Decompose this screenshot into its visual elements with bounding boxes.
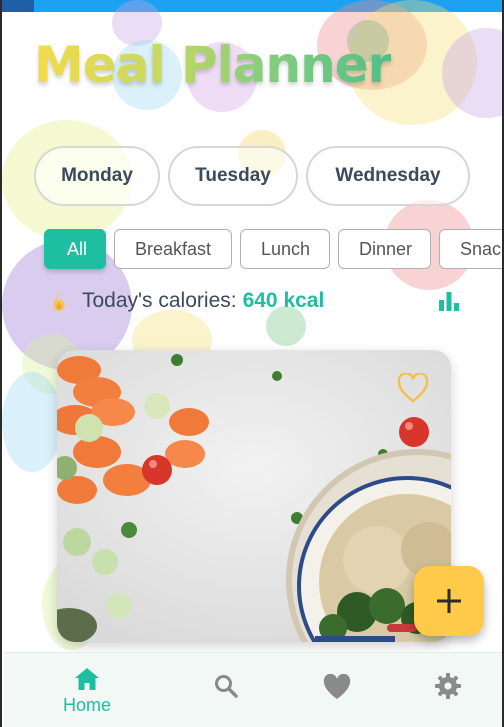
calories-value: 640 kcal (242, 289, 325, 312)
category-chip-breakfast[interactable]: Breakfast (114, 229, 232, 269)
nav-item-search[interactable] (186, 653, 266, 727)
day-chip-wednesday[interactable]: Wednesday (306, 146, 470, 206)
calorie-summary: Today's calories: 640 kcal (46, 286, 466, 316)
meal-card[interactable] (57, 350, 451, 642)
calories-label: Today's calories: (82, 289, 237, 312)
status-strip-accent (2, 0, 34, 12)
nav-item-home[interactable]: Home (47, 653, 127, 727)
home-icon (75, 668, 99, 690)
search-icon (215, 675, 238, 698)
gear-icon (435, 673, 461, 699)
day-chip-tuesday[interactable]: Tuesday (168, 146, 298, 206)
heart-outline-icon[interactable] (397, 373, 429, 403)
heart-icon (323, 674, 351, 699)
plus-icon (437, 589, 461, 613)
category-chip-all[interactable]: All (44, 229, 106, 269)
bar-chart-icon[interactable] (438, 290, 460, 312)
day-chip-monday[interactable]: Monday (34, 146, 160, 206)
category-chip-dinner[interactable]: Dinner (338, 229, 431, 269)
add-meal-button[interactable] (414, 566, 484, 636)
meal-photo (57, 350, 451, 642)
bg-bubble (2, 372, 62, 472)
day-selector: Monday Tuesday Wednesday (34, 146, 470, 206)
app-screen: Meal Planner Monday Tuesday Wednesday Al… (0, 0, 504, 727)
meal-category-tabs: All Breakfast Lunch Dinner Snacks (44, 229, 502, 269)
nav-label-home: Home (62, 695, 111, 715)
flame-icon (53, 290, 65, 311)
category-chip-snacks[interactable]: Snacks (439, 229, 502, 269)
nav-item-favorites[interactable] (297, 653, 377, 727)
bottom-navigation: Home (4, 652, 502, 727)
app-title: Meal Planner (34, 36, 392, 94)
category-chip-lunch[interactable]: Lunch (240, 229, 330, 269)
nav-item-settings[interactable] (408, 653, 488, 727)
